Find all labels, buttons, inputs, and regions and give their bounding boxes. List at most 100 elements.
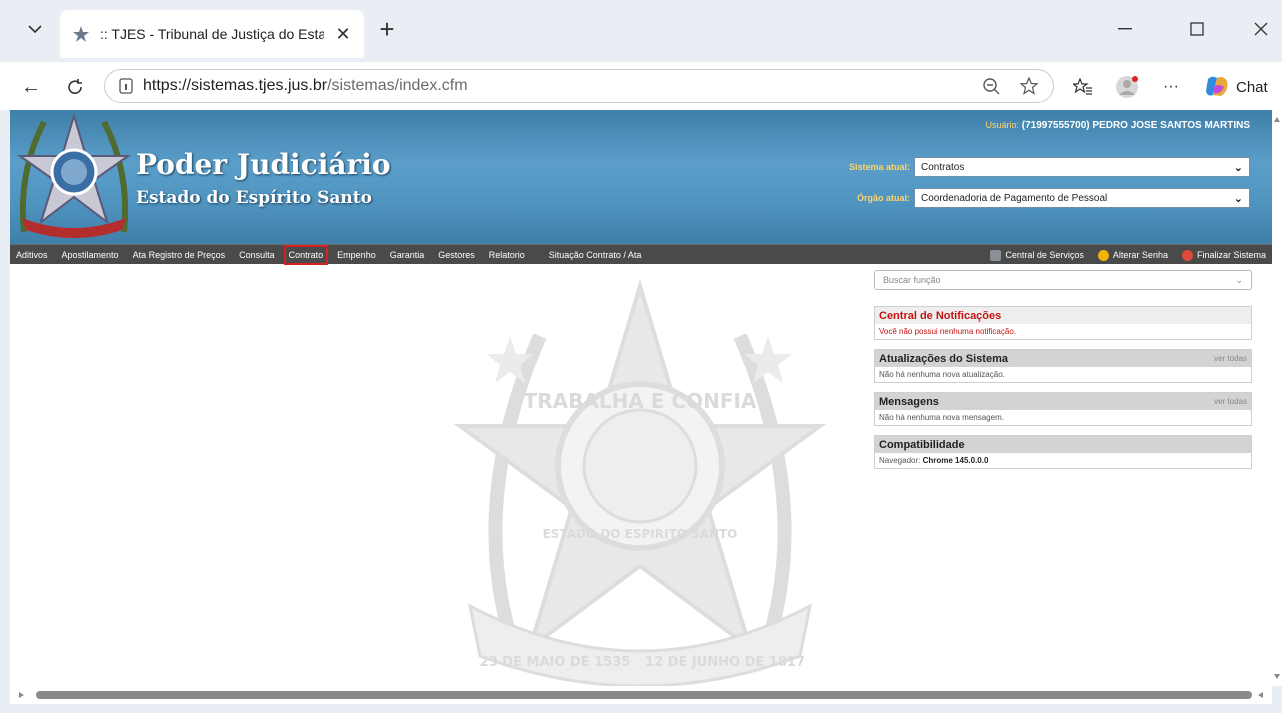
coat-of-arms-watermark: TRABALHA E CONFIA ESTADO DO ESPIRITO SAN… [453, 279, 827, 686]
close-icon [1254, 22, 1268, 36]
user-info: Usuário: (71997555700) PEDRO JOSE SANTOS… [985, 120, 1250, 131]
zoom-out-icon [983, 78, 1000, 95]
watermark-ribbon-right: 12 DE JUNHO DE 1817 [645, 655, 805, 670]
menu-item-garantia[interactable]: Garantia [390, 250, 425, 260]
user-label: Usuário: [985, 120, 1019, 130]
system-select-row: Sistema atual: Contratos ⌄ [849, 157, 1250, 177]
tab-list-button[interactable] [18, 12, 52, 46]
messages-title: Mensagens [879, 395, 939, 408]
back-button[interactable]: ← [16, 72, 46, 102]
menu-item-contrato[interactable]: Contrato [283, 245, 329, 265]
minimize-button[interactable] [1108, 14, 1142, 44]
menu-item-aditivos[interactable]: Aditivos [16, 250, 48, 260]
horizontal-scrollbar[interactable] [10, 686, 1272, 704]
menu-item-relatorio[interactable]: Relatorio [489, 250, 525, 260]
updates-see-all-link[interactable]: ver todas [1214, 354, 1247, 363]
key-icon [1097, 249, 1109, 261]
compatibility-header: Compatibilidade [875, 436, 1251, 453]
central-servicos-label: Central de Serviços [1005, 250, 1084, 260]
right-sidebar: Buscar função ⌄ Central de Notificações … [874, 270, 1254, 469]
coat-of-arms-logo [16, 112, 132, 238]
tjes-favicon-icon [73, 26, 89, 42]
zoom-button[interactable] [977, 72, 1005, 100]
notifications-panel: Central de Notificações Você não possui … [874, 306, 1252, 340]
compatibility-value: Chrome 145.0.0.0 [922, 456, 989, 465]
messages-text: Não há nenhuma nova mensagem. [875, 410, 1251, 425]
vertical-scrollbar[interactable] [1272, 110, 1282, 686]
system-label: Sistema atual: [848, 162, 910, 172]
messages-see-all-link[interactable]: ver todas [1214, 397, 1247, 406]
url-text: https://sistemas.tjes.jus.br/sistemas/in… [143, 77, 468, 95]
ellipsis-icon: ··· [1163, 78, 1179, 95]
menu-item-situacao-contrato-ata[interactable]: Situação Contrato / Ata [549, 250, 642, 260]
menu-item-apostilamento[interactable]: Apostilamento [62, 250, 119, 260]
browser-tab-active[interactable]: :: TJES - Tribunal de Justiça do Esta ✕ [60, 10, 364, 58]
alterar-senha-link[interactable]: Alterar Senha [1097, 249, 1168, 261]
notifications-text: Você não possui nenhuma notificação. [875, 324, 1251, 339]
horizontal-scroll-thumb[interactable] [36, 691, 1252, 699]
plus-icon: + [379, 14, 395, 44]
menu-item-ata-registro-precos[interactable]: Ata Registro de Preços [133, 250, 226, 260]
new-tab-button[interactable]: + [372, 14, 402, 44]
browser-nav-bar: ← https://sistemas.tjes.jus.br/sistemas/… [0, 62, 1282, 110]
browser-tab-bar: :: TJES - Tribunal de Justiça do Esta ✕ … [0, 0, 1282, 62]
close-window-button[interactable] [1244, 14, 1278, 44]
main-menu-bar: Aditivos Apostilamento Ata Registro de P… [10, 244, 1272, 265]
watermark-ribbon-left: 23 DE MAIO DE 1535 [480, 655, 631, 670]
copilot-chat-button[interactable]: Chat [1204, 72, 1268, 102]
maximize-icon [1190, 22, 1204, 36]
chat-label: Chat [1236, 78, 1268, 96]
updates-title: Atualizações do Sistema [879, 352, 1008, 365]
menu-item-consulta[interactable]: Consulta [239, 250, 275, 260]
user-value: (71997555700) PEDRO JOSE SANTOS MARTINS [1021, 120, 1250, 131]
compatibility-text: Navegador: Chrome 145.0.0.0 [875, 453, 1251, 468]
tab-close-icon[interactable]: ✕ [334, 24, 352, 45]
search-function-input[interactable]: Buscar função ⌄ [874, 270, 1252, 290]
search-placeholder: Buscar função [883, 275, 941, 285]
exit-icon [1181, 249, 1193, 261]
notifications-title: Central de Notificações [879, 309, 1002, 322]
organ-select[interactable]: Coordenadoria de Pagamento de Pessoal ⌄ [914, 188, 1250, 208]
system-select[interactable]: Contratos ⌄ [914, 157, 1250, 177]
star-icon [1020, 77, 1038, 95]
page-viewport: Poder Judiciário Estado do Espírito Sant… [10, 110, 1272, 686]
chevron-down-icon [28, 25, 42, 34]
more-options-button[interactable]: ··· [1156, 72, 1186, 102]
compatibility-title: Compatibilidade [879, 438, 965, 451]
alterar-senha-label: Alterar Senha [1112, 250, 1168, 260]
back-arrow-icon: ← [21, 75, 41, 98]
site-header: Poder Judiciário Estado do Espírito Sant… [10, 110, 1272, 244]
organ-label: Órgão atual: [856, 193, 910, 203]
page-subtitle: Estado do Espírito Santo [136, 188, 372, 208]
refresh-button[interactable] [60, 72, 90, 102]
page-title: Poder Judiciário [136, 148, 391, 181]
chevron-down-icon: ⌄ [1233, 192, 1243, 205]
address-bar[interactable]: https://sistemas.tjes.jus.br/sistemas/in… [104, 69, 1054, 103]
favorites-button[interactable] [1068, 72, 1098, 102]
compatibility-label: Navegador: [879, 456, 921, 465]
updates-header: Atualizações do Sistema ver todas [875, 350, 1251, 367]
page-info-icon[interactable] [119, 78, 133, 94]
copilot-icon [1206, 76, 1228, 96]
maximize-button[interactable] [1180, 14, 1214, 44]
menu-item-gestores[interactable]: Gestores [438, 250, 475, 260]
notifications-header: Central de Notificações [875, 307, 1251, 324]
refresh-icon [68, 79, 82, 94]
profile-button[interactable] [1112, 72, 1142, 102]
url-host: https://sistemas.tjes.jus.br [143, 77, 328, 94]
tab-title: :: TJES - Tribunal de Justiça do Esta [100, 26, 324, 42]
finalizar-sistema-link[interactable]: Finalizar Sistema [1181, 249, 1266, 261]
organ-select-row: Órgão atual: Coordenadoria de Pagamento … [857, 188, 1250, 208]
compatibility-panel: Compatibilidade Navegador: Chrome 145.0.… [874, 435, 1252, 469]
favorites-list-icon [1073, 78, 1092, 95]
menu-left: Aditivos Apostilamento Ata Registro de P… [16, 245, 641, 265]
watermark-bottom-text: ESTADO DO ESPIRITO SANTO [543, 527, 738, 541]
messages-header: Mensagens ver todas [875, 393, 1251, 410]
scroll-arrows-icon [1274, 117, 1280, 679]
url-path: /sistemas/index.cfm [327, 77, 468, 94]
menu-item-empenho[interactable]: Empenho [337, 250, 376, 260]
central-servicos-link[interactable]: Central de Serviços [990, 249, 1084, 261]
updates-panel: Atualizações do Sistema ver todas Não há… [874, 349, 1252, 383]
favorite-button[interactable] [1015, 72, 1043, 100]
chevron-down-icon: ⌄ [1233, 161, 1243, 174]
